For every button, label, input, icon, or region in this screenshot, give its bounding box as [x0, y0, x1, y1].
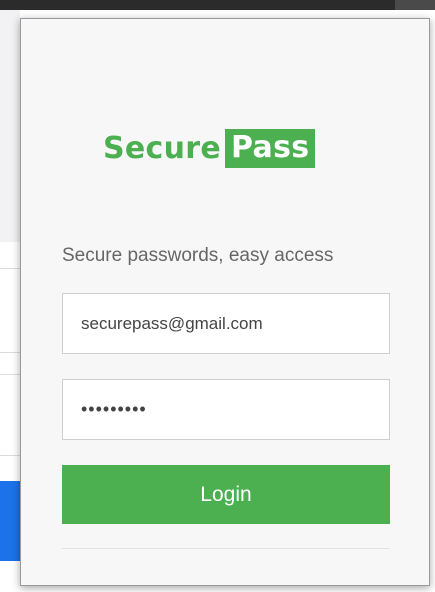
background-divider [0, 374, 20, 375]
logo-pass-text: Pass [225, 128, 316, 168]
securepass-popup: Secure Pass Secure passwords, easy acces… [20, 18, 430, 586]
login-button[interactable]: Login [62, 465, 390, 524]
background-page-button[interactable] [0, 481, 20, 561]
securepass-logo: Secure Pass [103, 127, 316, 169]
background-divider [0, 455, 20, 456]
divider [62, 548, 390, 549]
browser-toolbar-strip [0, 0, 435, 10]
toolbar-corner [395, 0, 435, 10]
logo-secure-text: Secure [103, 130, 222, 166]
background-page-panel [0, 10, 20, 242]
background-divider [0, 268, 20, 269]
email-field[interactable] [62, 293, 390, 354]
tagline: Secure passwords, easy access [62, 245, 334, 266]
password-field[interactable] [62, 379, 390, 440]
background-divider [0, 352, 20, 353]
